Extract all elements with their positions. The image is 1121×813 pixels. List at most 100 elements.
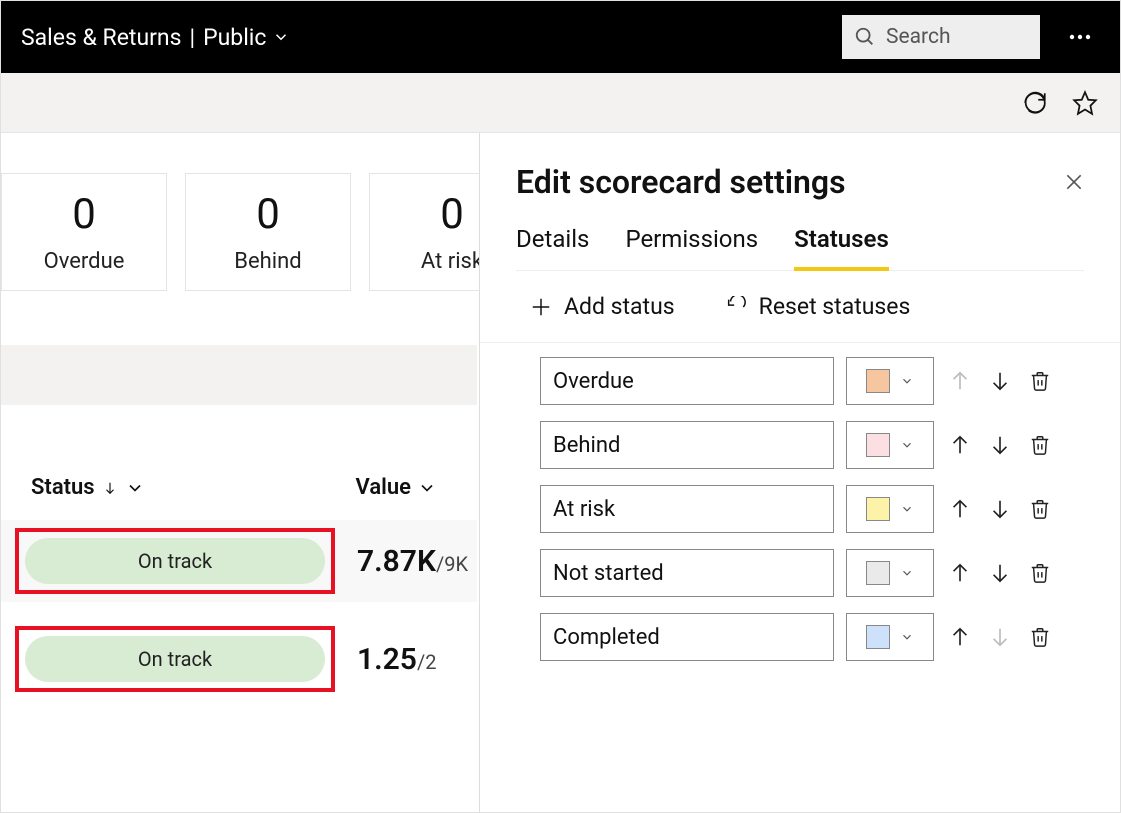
arrow-down-icon: [989, 434, 1011, 456]
arrow-up-icon: [949, 498, 971, 520]
tab-details[interactable]: Details: [516, 225, 589, 270]
panel-actions: Add status Reset statuses: [530, 293, 1084, 320]
column-header-value[interactable]: Value: [356, 475, 447, 500]
reset-statuses-button[interactable]: Reset statuses: [725, 293, 911, 320]
toolbar: [1, 73, 1120, 133]
status-row: Completed: [540, 613, 1084, 661]
delete-status-button[interactable]: [1026, 431, 1054, 459]
status-name-input[interactable]: Behind: [540, 421, 834, 469]
delete-status-button[interactable]: [1026, 623, 1054, 651]
card-label: At risk: [421, 249, 483, 274]
card-overdue[interactable]: 0 Overdue: [1, 173, 167, 291]
value-header-label: Value: [356, 475, 411, 500]
tab-permissions[interactable]: Permissions: [625, 225, 758, 270]
arrow-up-icon: [949, 434, 971, 456]
status-name-input[interactable]: Overdue: [540, 357, 834, 405]
arrow-up-icon: [949, 562, 971, 584]
add-status-button[interactable]: Add status: [530, 293, 675, 320]
value-number: 1.25: [357, 642, 417, 677]
top-bar: Sales & Returns | Public Search: [1, 1, 1120, 73]
panel-header: Edit scorecard settings: [516, 163, 1084, 201]
more-icon: [1069, 34, 1091, 40]
card-value: 0: [440, 190, 464, 239]
search-placeholder: Search: [886, 25, 951, 49]
chevron-down-icon: [417, 478, 437, 498]
visibility-label: Public: [203, 24, 266, 51]
delete-status-button[interactable]: [1026, 495, 1054, 523]
plus-icon: [530, 296, 552, 318]
move-up-button[interactable]: [946, 559, 974, 587]
status-row: Not started: [540, 549, 1084, 597]
refresh-icon: [1022, 90, 1048, 116]
move-down-button[interactable]: [986, 559, 1014, 587]
card-label: Behind: [234, 249, 301, 274]
highlight-box: On track: [15, 528, 335, 594]
value-cell: 1.25/2: [357, 642, 436, 677]
visibility-dropdown[interactable]: Public: [203, 24, 290, 51]
status-color-dropdown[interactable]: [846, 613, 934, 661]
more-options-button[interactable]: [1060, 17, 1100, 57]
arrow-up-icon: [949, 370, 971, 392]
status-color-dropdown[interactable]: [846, 421, 934, 469]
trash-icon: [1029, 370, 1051, 392]
status-pill-label: On track: [138, 549, 212, 573]
value-target: /9K: [436, 552, 468, 576]
arrow-down-icon: [989, 626, 1011, 648]
trash-icon: [1029, 498, 1051, 520]
search-icon: [854, 26, 876, 48]
status-color-dropdown[interactable]: [846, 357, 934, 405]
value-cell: 7.87K/9K: [357, 544, 468, 579]
title-separator: |: [189, 24, 195, 51]
table-header: Status Value: [1, 405, 477, 520]
search-input[interactable]: Search: [842, 15, 1040, 59]
panel-divider: [480, 342, 1120, 343]
move-up-button[interactable]: [946, 495, 974, 523]
scorecard-settings-panel: Edit scorecard settings Details Permissi…: [479, 133, 1120, 812]
status-row: Behind: [540, 421, 1084, 469]
move-down-button: [986, 623, 1014, 651]
highlight-box: On track: [15, 626, 335, 692]
move-down-button[interactable]: [986, 367, 1014, 395]
close-icon: [1064, 172, 1084, 192]
panel-tabs: Details Permissions Statuses: [516, 225, 1084, 271]
tab-statuses[interactable]: Statuses: [794, 225, 889, 271]
table-row[interactable]: On track 7.87K/9K: [1, 520, 477, 602]
column-header-status[interactable]: Status: [31, 475, 145, 500]
status-name-input[interactable]: At risk: [540, 485, 834, 533]
status-header-label: Status: [31, 475, 95, 500]
move-up-button[interactable]: [946, 431, 974, 459]
close-button[interactable]: [1064, 172, 1084, 192]
workspace-title[interactable]: Sales & Returns: [21, 24, 181, 51]
chevron-down-icon: [125, 478, 145, 498]
move-down-button[interactable]: [986, 431, 1014, 459]
status-name-input[interactable]: Not started: [540, 549, 834, 597]
chevron-down-icon: [900, 374, 914, 388]
arrow-down-icon: [989, 562, 1011, 584]
reset-statuses-label: Reset statuses: [759, 293, 911, 320]
chevron-down-icon: [900, 630, 914, 644]
card-value: 0: [256, 190, 280, 239]
status-pill[interactable]: On track: [25, 538, 325, 584]
background-strip: [1, 345, 477, 405]
refresh-button[interactable]: [1022, 90, 1048, 116]
arrow-down-icon: [989, 370, 1011, 392]
status-row: Overdue: [540, 357, 1084, 405]
delete-status-button[interactable]: [1026, 559, 1054, 587]
card-behind[interactable]: 0 Behind: [185, 173, 351, 291]
move-down-button[interactable]: [986, 495, 1014, 523]
value-target: /2: [417, 650, 437, 674]
move-up-button[interactable]: [946, 623, 974, 651]
delete-status-button[interactable]: [1026, 367, 1054, 395]
sort-down-icon: [103, 479, 117, 497]
status-color-dropdown[interactable]: [846, 485, 934, 533]
favorite-button[interactable]: [1072, 90, 1098, 116]
table-row[interactable]: On track 1.25/2: [1, 618, 477, 700]
status-row: At risk: [540, 485, 1084, 533]
status-color-dropdown[interactable]: [846, 549, 934, 597]
star-icon: [1072, 90, 1098, 116]
card-label: Overdue: [44, 249, 125, 274]
status-name-input[interactable]: Completed: [540, 613, 834, 661]
chevron-down-icon: [900, 438, 914, 452]
arrow-up-icon: [949, 626, 971, 648]
status-pill[interactable]: On track: [25, 636, 325, 682]
